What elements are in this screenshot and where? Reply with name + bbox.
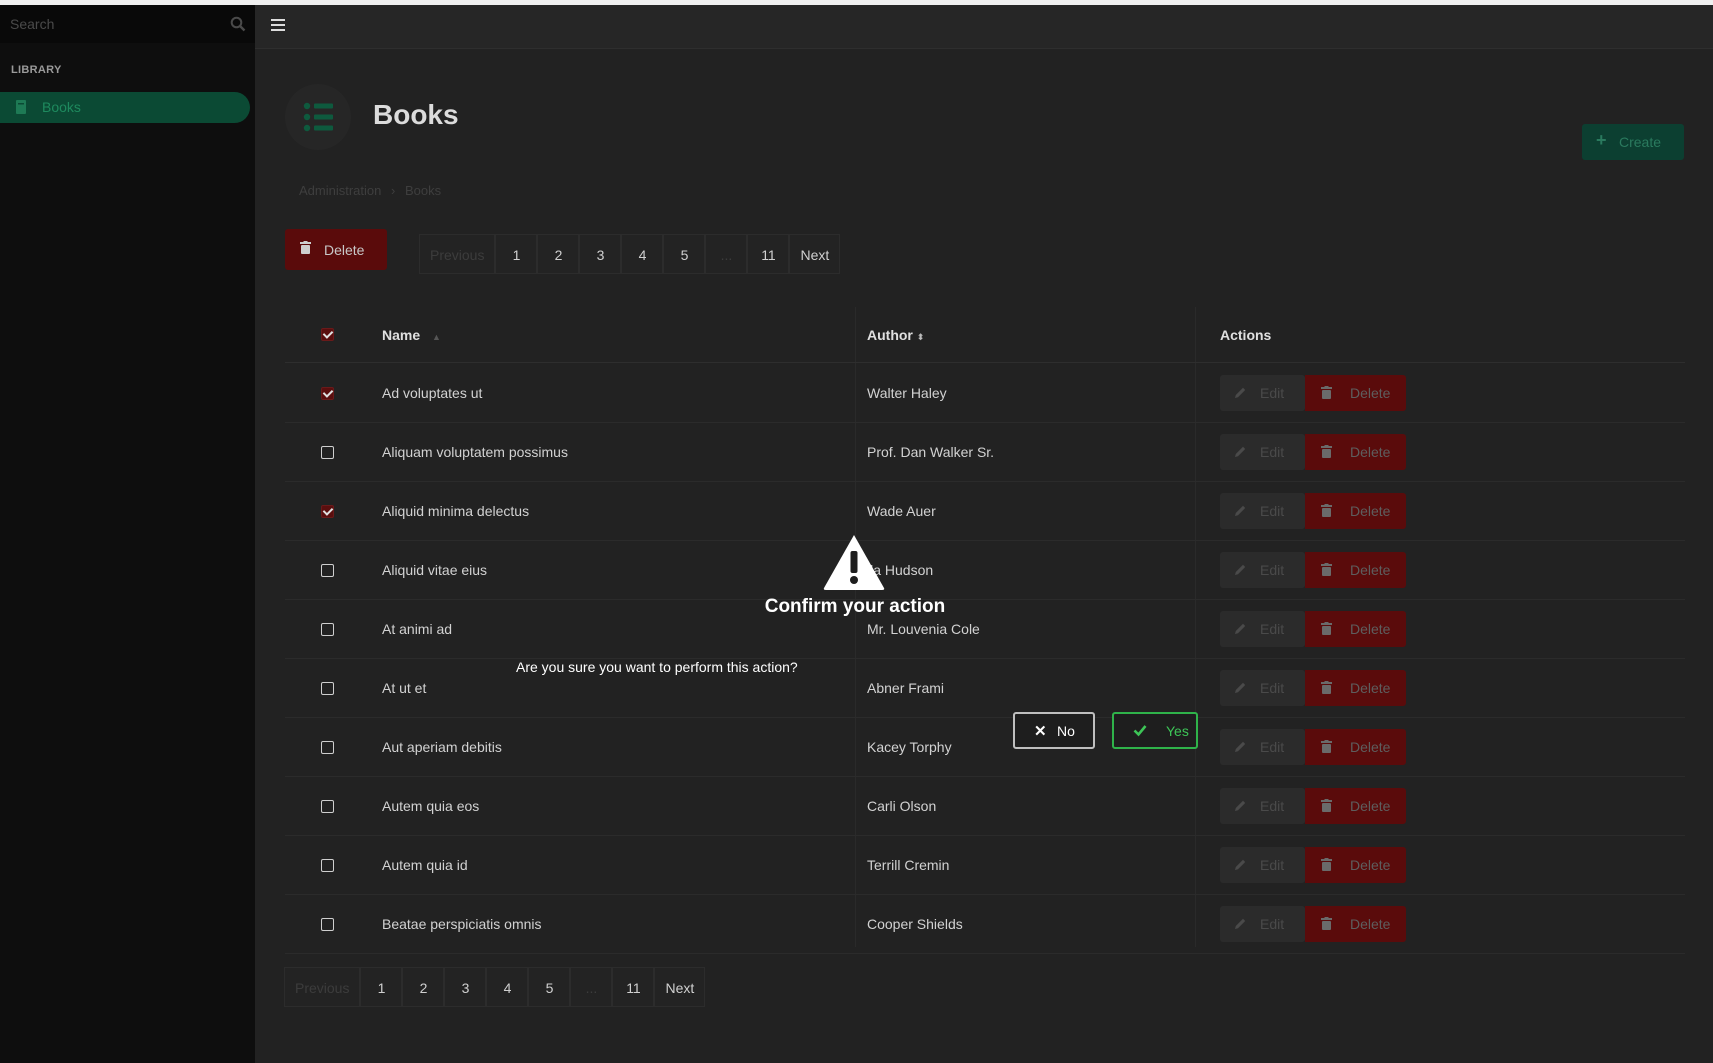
yes-button-label: Yes [1166, 723, 1189, 739]
check-icon [1133, 725, 1147, 737]
confirm-dialog: Confirm your action Are you sure you wan… [0, 0, 1713, 1063]
no-button-label: No [1057, 723, 1075, 739]
dialog-message: Are you sure you want to perform this ac… [516, 659, 798, 675]
no-button[interactable]: ✕ No [1013, 712, 1095, 749]
warning-icon [823, 535, 885, 590]
close-icon: ✕ [1034, 723, 1047, 740]
yes-button[interactable]: Yes [1112, 712, 1198, 749]
dialog-title: Confirm your action [764, 596, 946, 617]
